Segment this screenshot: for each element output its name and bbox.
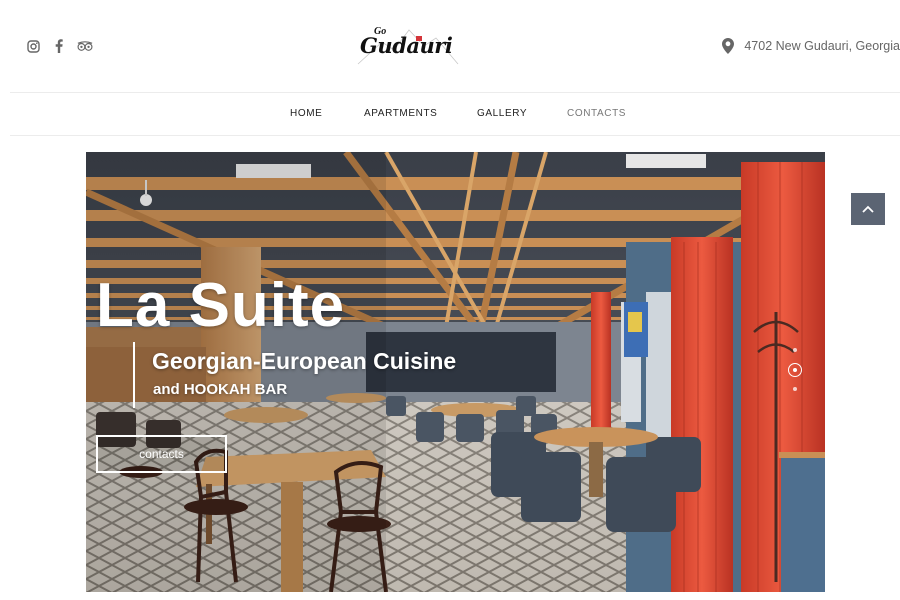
- hero-slider: La Suite Georgian-European Cuisine and H…: [86, 152, 825, 592]
- tripadvisor-icon[interactable]: [77, 38, 93, 54]
- slider-pagination: [788, 348, 802, 398]
- hero-subtitle: Georgian-European Cuisine: [152, 348, 457, 374]
- hero-title: La Suite: [96, 271, 346, 340]
- address: 4702 New Gudauri, Georgia: [722, 38, 900, 54]
- tagline-divider: [133, 342, 135, 408]
- slider-dot-3[interactable]: [793, 387, 797, 391]
- social-links: [25, 38, 93, 54]
- nav-item-gallery[interactable]: GALLERY: [477, 108, 527, 119]
- nav-item-apartments[interactable]: APARTMENTS: [364, 108, 437, 119]
- address-text: 4702 New Gudauri, Georgia: [744, 39, 900, 53]
- site-logo[interactable]: Go Gudauri: [354, 24, 462, 70]
- nav-item-contacts[interactable]: CONTACTS: [567, 108, 626, 119]
- map-pin-icon: [722, 38, 736, 54]
- logo-main-text: Gudauri: [360, 33, 453, 58]
- hero-subtitle-secondary: and HOOKAH BAR: [153, 381, 288, 398]
- facebook-icon[interactable]: [51, 38, 67, 54]
- slider-dot-2[interactable]: [788, 363, 802, 377]
- slider-dot-1[interactable]: [793, 348, 797, 352]
- main-nav: HOME APARTMENTS GALLERY CONTACTS: [10, 92, 900, 136]
- instagram-icon[interactable]: [25, 38, 41, 54]
- nav-item-home[interactable]: HOME: [290, 108, 322, 119]
- chevron-up-icon: [862, 205, 874, 213]
- contacts-button[interactable]: contacts: [96, 435, 227, 473]
- header: Go Gudauri 4702 New Gudauri, Georgia: [0, 0, 900, 92]
- scroll-to-top-button[interactable]: [851, 193, 885, 225]
